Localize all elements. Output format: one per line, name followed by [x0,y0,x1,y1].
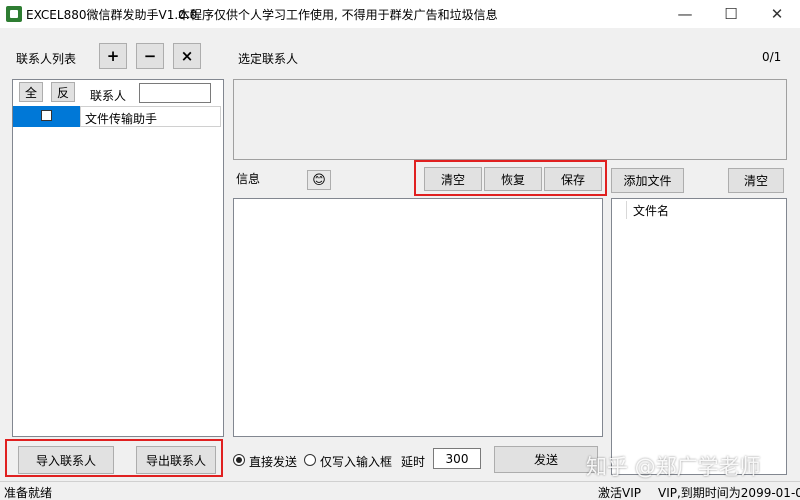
close-icon: ✕ [770,5,784,23]
list-item[interactable]: 文件传输助手 [13,106,221,127]
window-notice: 本程序仅供个人学习工作使用, 不得用于群发广告和垃圾信息 [178,8,498,22]
contact-column-header: 联系人 [90,89,127,103]
selected-count: 0/1 [762,50,782,64]
selected-contacts-title: 选定联系人 [238,52,299,66]
contact-list-title: 联系人列表 [16,52,77,66]
selected-contacts-box[interactable] [233,79,787,160]
contact-name-cell[interactable]: 文件传输助手 [80,106,221,127]
files-clear-button[interactable]: 清空 [728,168,784,193]
status-text: 准备就绪 [4,486,53,500]
delay-label: 延时 [401,455,426,469]
import-contacts-button[interactable]: 导入联系人 [18,446,114,474]
invert-selection-button[interactable]: 反 [51,82,75,102]
close-button[interactable]: ✕ [754,0,800,28]
clear-contacts-button[interactable]: × [173,43,201,69]
smiley-icon: 😊 [312,172,326,188]
contact-list[interactable]: 全 反 联系人 文件传输助手 [12,79,224,437]
status-bar: 准备就绪 激活VIP VIP,到期时间为2099-01-01 [0,481,800,500]
window-title: EXCEL880微信群发助手V1.0.0 [26,8,198,22]
vip-expiry-text: VIP,到期时间为2099-01-01 [658,486,800,500]
message-clear-button[interactable]: 清空 [424,167,482,191]
select-all-button[interactable]: 全 [19,82,43,102]
minimize-icon: — [677,5,693,23]
minimize-button[interactable]: — [662,0,708,28]
file-list[interactable]: 文件名 [611,198,787,475]
title-bar: EXCEL880微信群发助手V1.0.0 本程序仅供个人学习工作使用, 不得用于… [0,0,800,28]
input-only-radio[interactable] [304,454,316,466]
activate-vip-link[interactable]: 激活VIP [598,484,641,500]
message-restore-button[interactable]: 恢复 [484,167,542,191]
row-selector[interactable] [13,106,80,127]
add-contact-button[interactable]: + [99,43,127,69]
message-label: 信息 [236,172,261,186]
app-icon [6,6,22,22]
add-file-button[interactable]: 添加文件 [611,168,684,193]
message-textarea[interactable] [233,198,603,437]
message-save-button[interactable]: 保存 [544,167,602,191]
contact-search-input[interactable] [139,83,211,103]
maximize-button[interactable]: ☐ [708,0,754,28]
remove-contact-button[interactable]: − [136,43,164,69]
direct-send-label: 直接发送 [249,455,298,469]
delay-input[interactable] [433,448,481,469]
input-only-label: 仅写入输入框 [320,455,393,469]
direct-send-radio[interactable] [233,454,245,466]
send-button[interactable]: 发送 [494,446,598,473]
watermark: 知乎 @郑广学老师 [586,455,761,479]
file-name-column-header: 文件名 [633,204,670,218]
contact-checkbox[interactable] [41,110,52,121]
export-contacts-button[interactable]: 导出联系人 [136,446,216,474]
column-divider [626,201,627,219]
contact-name: 文件传输助手 [85,112,158,126]
maximize-icon: ☐ [724,5,738,23]
emoji-button[interactable]: 😊 [307,170,331,190]
